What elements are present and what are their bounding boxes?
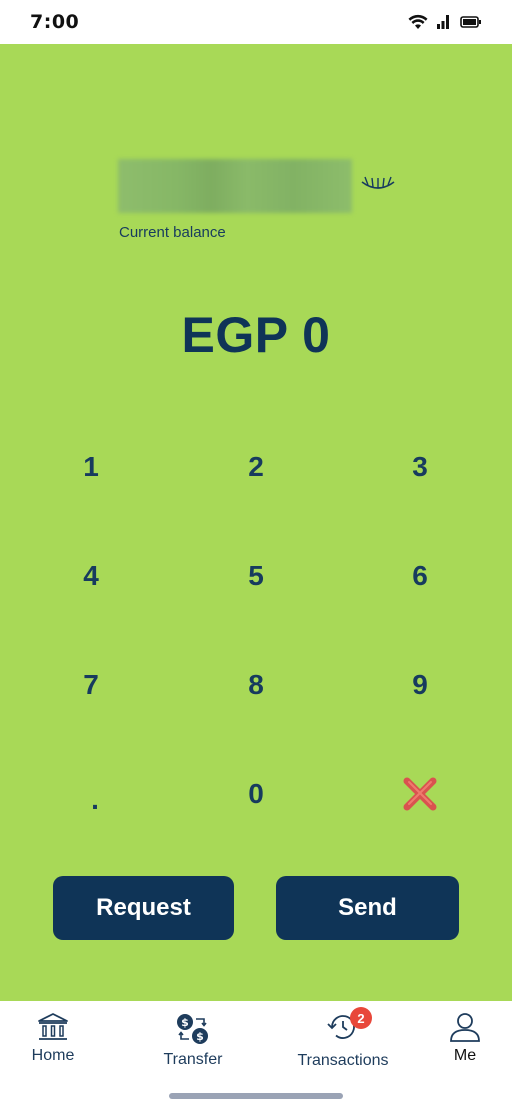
status-icons — [408, 14, 482, 30]
key-5[interactable]: 5 — [186, 536, 326, 616]
key-7[interactable]: 7 — [21, 645, 161, 725]
balance-value-hidden — [118, 159, 352, 213]
tab-transactions[interactable]: 2 Transactions — [288, 1007, 398, 1070]
send-button[interactable]: Send — [276, 876, 459, 940]
status-time: 7:00 — [30, 11, 80, 33]
delete-icon — [403, 777, 437, 811]
svg-text:$: $ — [196, 1030, 204, 1043]
tab-transfer-label: Transfer — [163, 1051, 223, 1068]
bank-icon — [38, 1013, 68, 1040]
key-9[interactable]: 9 — [350, 645, 490, 725]
current-balance-label: Current balance — [119, 224, 226, 241]
svg-text:$: $ — [181, 1016, 189, 1029]
key-3[interactable]: 3 — [350, 427, 490, 507]
amount-display: EGP 0 — [181, 307, 331, 363]
transactions-badge: 2 — [350, 1007, 372, 1029]
key-decimal[interactable]: . — [25, 760, 165, 840]
tab-home-label: Home — [31, 1047, 75, 1064]
eye-closed-icon[interactable] — [360, 172, 396, 194]
user-icon — [450, 1013, 480, 1042]
transfer-panel: Current balance EGP 0 1 2 3 4 5 6 7 8 9 … — [0, 44, 512, 1001]
request-button[interactable]: Request — [53, 876, 234, 940]
home-indicator — [169, 1093, 343, 1099]
status-bar: 7:00 — [0, 0, 512, 44]
battery-icon — [460, 16, 481, 28]
transfer-icon: $ $ — [177, 1014, 208, 1044]
wifi-icon — [408, 14, 428, 29]
tab-me[interactable]: Me — [435, 1011, 495, 1065]
tab-transactions-label: Transactions — [297, 1052, 389, 1069]
tab-me-label: Me — [453, 1047, 477, 1064]
key-2[interactable]: 2 — [186, 427, 326, 507]
key-4[interactable]: 4 — [21, 536, 161, 616]
history-icon-wrap: 2 — [326, 1007, 372, 1048]
key-8[interactable]: 8 — [186, 645, 326, 725]
key-1[interactable]: 1 — [21, 427, 161, 507]
key-delete[interactable] — [350, 754, 490, 834]
tab-home[interactable]: Home — [18, 1011, 88, 1065]
key-6[interactable]: 6 — [350, 536, 490, 616]
key-0[interactable]: 0 — [186, 754, 326, 834]
tab-transfer[interactable]: $ $ Transfer — [153, 1011, 233, 1069]
signal-icon — [437, 15, 449, 29]
